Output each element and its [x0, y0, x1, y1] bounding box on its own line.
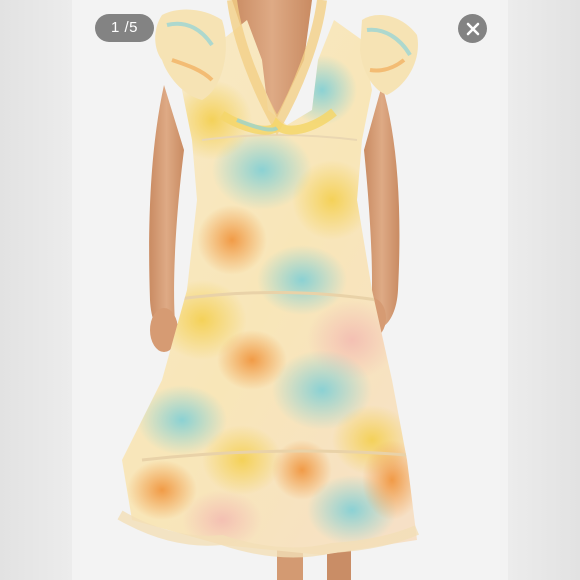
image-viewer: 1 /5 — [0, 0, 580, 580]
close-icon — [466, 22, 479, 35]
product-photo — [72, 0, 508, 580]
close-button[interactable] — [458, 14, 487, 43]
right-gutter — [508, 0, 580, 580]
left-gutter — [0, 0, 72, 580]
dress-illustration — [72, 0, 508, 580]
image-counter: 1 /5 — [95, 14, 154, 42]
